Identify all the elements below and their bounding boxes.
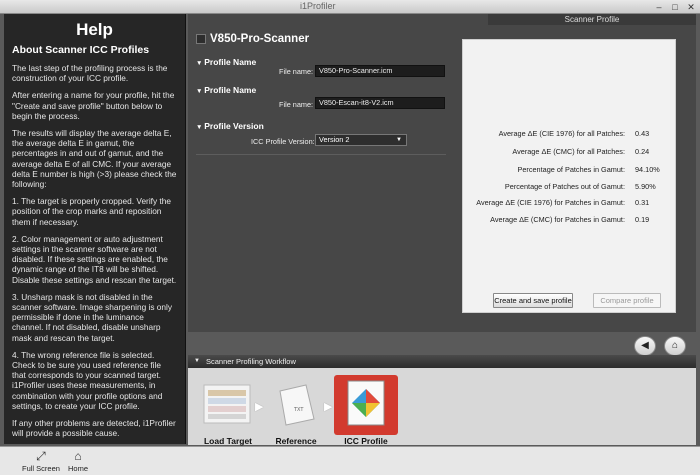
window-title: i1Profiler (300, 1, 336, 11)
help-paragraph: 4. The wrong reference file is selected.… (12, 349, 163, 411)
result-value: 0.43 (635, 129, 650, 138)
section-profile-name-2[interactable]: Profile Name (196, 85, 256, 95)
help-panel: Help About Scanner ICC Profiles The last… (4, 14, 186, 444)
home-button[interactable]: ⌂ Home (68, 450, 88, 473)
scanner-icon (196, 34, 206, 44)
help-paragraph: The results will display the average del… (12, 128, 177, 190)
reference-file-icon: TXT (279, 384, 315, 426)
title-bar: i1Profiler – □ ✕ (0, 0, 700, 14)
workflow-step-reference[interactable]: TXT (272, 381, 322, 433)
compare-profile-button[interactable]: Compare profile (593, 293, 661, 308)
result-label: Average ΔE (CIE 1976) for Patches in Gam… (476, 198, 625, 207)
home-label: Home (68, 464, 89, 473)
minimize-icon[interactable]: – (654, 2, 664, 12)
result-value: 94.10% (635, 165, 660, 174)
close-icon[interactable]: ✕ (686, 2, 696, 12)
workflow-step-icc-profile[interactable] (334, 375, 398, 435)
result-row: Average ΔE (CIE 1976) for Patches in Gam… (463, 198, 677, 210)
result-row: Average ΔE (CIE 1976) for all Patches: 0… (463, 129, 677, 141)
workflow-strip: Scanner Profiling Workflow Load Target ▶… (188, 355, 696, 446)
workflow-label: Load Target (203, 436, 252, 446)
app-window: i1Profiler – □ ✕ Help About Scanner ICC … (0, 0, 700, 475)
full-screen-icon: ⤢ (36, 449, 46, 463)
arrow-right-icon: ▶ (255, 401, 264, 413)
result-label: Average ΔE (CIE 1976) for all Patches: (498, 129, 625, 138)
create-save-profile-button[interactable]: Create and save profile (493, 293, 573, 308)
result-value: 0.24 (635, 147, 650, 156)
result-row: Percentage of Patches in Gamut: 94.10% (463, 165, 677, 177)
workflow-step-load-target[interactable] (202, 381, 252, 433)
divider (196, 154, 446, 155)
help-paragraph: 3. Unsharp mask is not disabled in the s… (12, 291, 173, 343)
results-panel: Average ΔE (CIE 1976) for all Patches: 0… (462, 39, 676, 313)
file-name-label: File name: (279, 67, 314, 76)
icc-version-label: ICC Profile Version: (251, 137, 315, 146)
scanner-name-header: V850-Pro-Scanner (196, 33, 309, 45)
result-label: Percentage of Patches out of Gamut: (504, 182, 625, 191)
result-label: Average ΔE (CMC) for all Patches: (512, 147, 625, 156)
section-profile-name[interactable]: Profile Name (196, 57, 256, 67)
help-paragraph: 1. The target is properly cropped. Verif… (12, 196, 171, 227)
result-value: 5.90% (635, 182, 656, 191)
result-label: Average ΔE (CMC) for Patches in Gamut: (490, 215, 625, 224)
full-screen-button[interactable]: ⤢ Full Screen (22, 450, 60, 473)
icc-profile-icon (347, 380, 385, 426)
workflow-header[interactable]: Scanner Profiling Workflow (188, 355, 696, 368)
result-row: Percentage of Patches out of Gamut: 5.90… (463, 182, 677, 194)
result-row: Average ΔE (CMC) for all Patches: 0.24 (463, 147, 677, 159)
help-paragraph: If any other problems are detected, i1Pr… (12, 418, 176, 439)
home-nav-button[interactable]: ⌂ (664, 336, 686, 356)
workflow-label: Reference (275, 436, 317, 446)
help-paragraph: After entering a name for your profile, … (12, 90, 175, 121)
reference-file-field[interactable]: V850-Escan-it8-V2.icm (315, 97, 445, 109)
chevron-down-icon: ▼ (396, 137, 402, 143)
icc-version-value: Version 2 (319, 135, 350, 144)
file-name-field[interactable]: V850-Pro-Scanner.icm (315, 65, 445, 77)
panel-header: Scanner Profile (488, 14, 696, 25)
arrow-right-icon: ▶ (324, 401, 333, 413)
help-paragraph: 2. Color management or auto adjustment s… (12, 233, 177, 285)
workflow-label: ICC Profile (344, 436, 388, 446)
file-name-label: File name: (279, 100, 314, 109)
svg-text:TXT: TXT (293, 407, 304, 413)
maximize-icon[interactable]: □ (670, 2, 680, 12)
result-row: Average ΔE (CMC) for Patches in Gamut: 0… (463, 215, 677, 227)
home-icon: ⌂ (74, 449, 82, 463)
help-subtitle: About Scanner ICC Profiles (12, 44, 150, 56)
result-value: 0.19 (635, 215, 650, 224)
window-controls: – □ ✕ (654, 2, 696, 12)
help-paragraph: The last step of the profiling process i… (12, 63, 168, 84)
icc-version-select[interactable]: Version 2 ▼ (315, 134, 407, 146)
help-title: Help (76, 20, 113, 39)
result-value: 0.31 (635, 198, 650, 207)
bottom-bar: ⤢ Full Screen ⌂ Home (0, 446, 700, 475)
target-chart-icon (203, 384, 251, 424)
full-screen-label: Full Screen (22, 464, 60, 473)
section-profile-version[interactable]: Profile Version (196, 121, 264, 131)
scanner-name: V850-Pro-Scanner (210, 33, 310, 45)
back-button[interactable]: ◀ (634, 336, 656, 356)
result-label: Percentage of Patches in Gamut: (517, 165, 626, 174)
